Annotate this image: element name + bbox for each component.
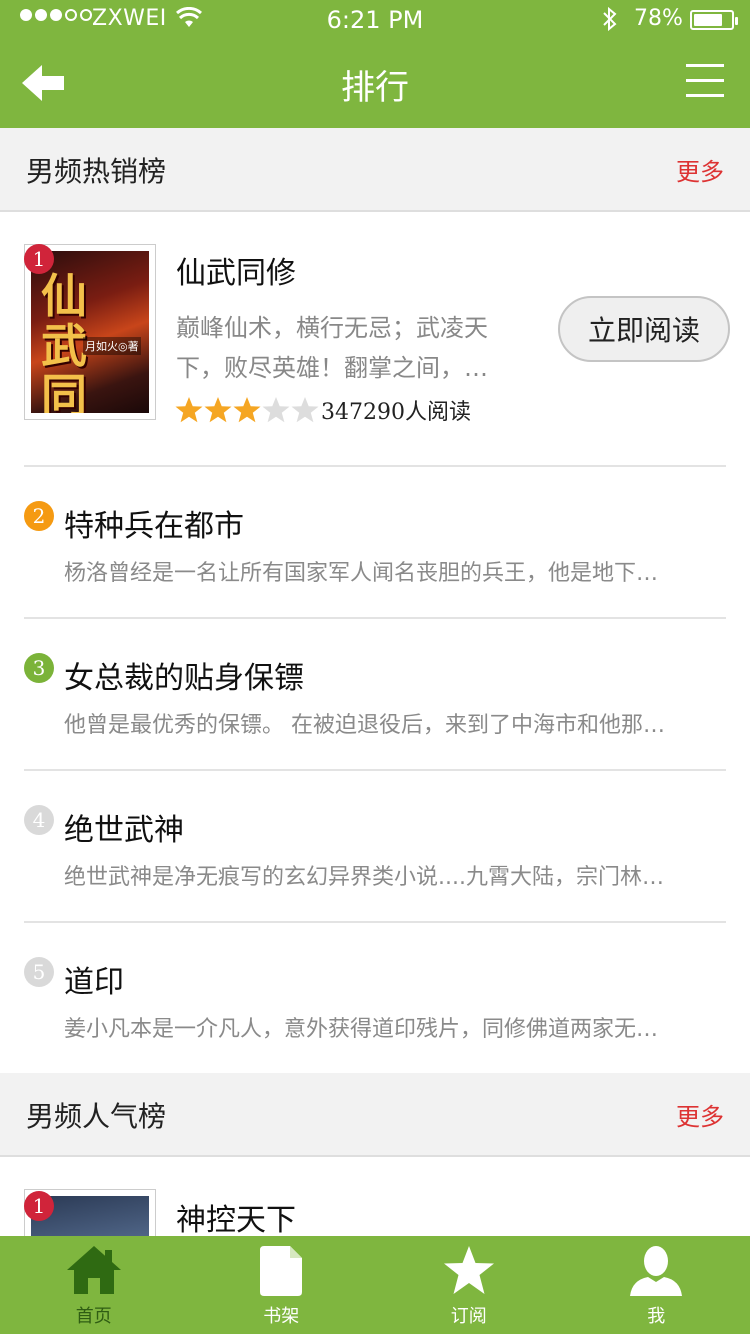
list-item[interactable]: 5 道印 姜小凡本是一介凡人，意外获得道印残片，同修佛道两家无… <box>24 923 726 1075</box>
read-count: 347290人阅读 <box>321 400 471 425</box>
user-icon <box>630 1246 683 1296</box>
tab-label: 首页 <box>75 1306 112 1327</box>
star-filled-icon <box>233 397 261 423</box>
battery-icon <box>690 10 738 30</box>
section-header-popular: 男频人气榜 更多 <box>0 1073 750 1157</box>
tab-bookshelf[interactable]: 书架 <box>188 1236 376 1334</box>
battery-percent: 78% <box>634 6 683 31</box>
book-title: 仙武同修 <box>176 256 296 291</box>
star-filled-icon <box>204 397 232 423</box>
tab-label: 书架 <box>263 1306 300 1327</box>
nav-bar: 排行 <box>0 40 750 128</box>
book-title: 神控天下 <box>176 1203 296 1238</box>
home-icon <box>66 1246 121 1294</box>
page-title: 排行 <box>341 68 409 108</box>
book-snippet: 杨洛曾经是一名让所有国家军人闻名丧胆的兵王，他是地下… <box>64 561 659 586</box>
more-link[interactable]: 更多 <box>676 152 724 187</box>
star-filled-icon <box>175 397 203 423</box>
featured-book[interactable]: 仙武同修 月如火◎著 1 仙武同修 巅峰仙术，横行无忌；武凌天下，败尽英雄！翻掌… <box>24 244 730 434</box>
cover-author: 月如火◎著 <box>83 337 141 355</box>
book-title: 女总裁的贴身保镖 <box>64 661 304 696</box>
star-icon <box>443 1246 494 1294</box>
book-title: 绝世武神 <box>64 813 184 848</box>
book-snippet: 姜小凡本是一介凡人，意外获得道印残片，同修佛道两家无… <box>64 1017 659 1042</box>
book-snippet: 绝世武神是净无痕写的玄幻异界类小说....九霄大陆，宗门林… <box>64 865 664 890</box>
book-title: 道印 <box>64 965 124 1000</box>
tab-label: 我 <box>647 1306 666 1327</box>
star-empty-icon <box>291 397 319 423</box>
rating: 347290人阅读 <box>174 394 471 426</box>
hamburger-menu-icon[interactable] <box>686 64 724 102</box>
tab-label: 订阅 <box>450 1306 487 1327</box>
book-title: 特种兵在都市 <box>64 509 244 544</box>
rank-badge: 1 <box>24 1191 54 1221</box>
star-empty-icon <box>262 397 290 423</box>
status-bar: ZXWEI 6:21 PM 78% <box>0 0 750 40</box>
read-now-button[interactable]: 立即阅读 <box>558 296 730 362</box>
top-bar: ZXWEI 6:21 PM 78% 排行 <box>0 0 750 128</box>
rank-badge: 4 <box>24 805 54 835</box>
rank-badge: 5 <box>24 957 54 987</box>
star-rating <box>174 395 319 425</box>
book-snippet: 他曾是最优秀的保镖。 在被迫退役后，来到了中海市和他那… <box>64 713 665 738</box>
cover-image: 仙武同修 月如火◎著 <box>31 251 149 413</box>
section-header-hot-sales: 男频热销榜 更多 <box>0 128 750 212</box>
list-item[interactable]: 3 女总裁的贴身保镖 他曾是最优秀的保镖。 在被迫退役后，来到了中海市和他那… <box>24 619 726 771</box>
tab-home[interactable]: 首页 <box>0 1236 188 1334</box>
bluetooth-icon <box>603 6 617 32</box>
battery-level <box>694 14 722 26</box>
rank-badge: 1 <box>24 244 54 274</box>
tab-subscribe[interactable]: 订阅 <box>375 1236 563 1334</box>
book-description: 巅峰仙术，横行无忌；武凌天下，败尽英雄！翻掌之间，… <box>176 314 488 382</box>
rank-badge: 2 <box>24 501 54 531</box>
rank-badge: 3 <box>24 653 54 683</box>
more-link[interactable]: 更多 <box>676 1097 724 1132</box>
list-item[interactable]: 2 特种兵在都市 杨洛曾经是一名让所有国家军人闻名丧胆的兵王，他是地下… <box>24 467 726 619</box>
ranking-page: ZXWEI 6:21 PM 78% 排行 男频热销榜 更多 仙武同 月如火◎著 … <box>0 0 750 1334</box>
document-icon <box>260 1246 303 1296</box>
tab-bar: 首页 书架 订阅 我 <box>0 1236 750 1334</box>
section-title: 男频人气榜 <box>26 1100 167 1133</box>
tab-me[interactable]: 我 <box>563 1236 750 1334</box>
list-item[interactable]: 4 绝世武神 绝世武神是净无痕写的玄幻异界类小说....九霄大陆，宗门林… <box>24 771 726 923</box>
section-title: 男频热销榜 <box>26 155 167 188</box>
